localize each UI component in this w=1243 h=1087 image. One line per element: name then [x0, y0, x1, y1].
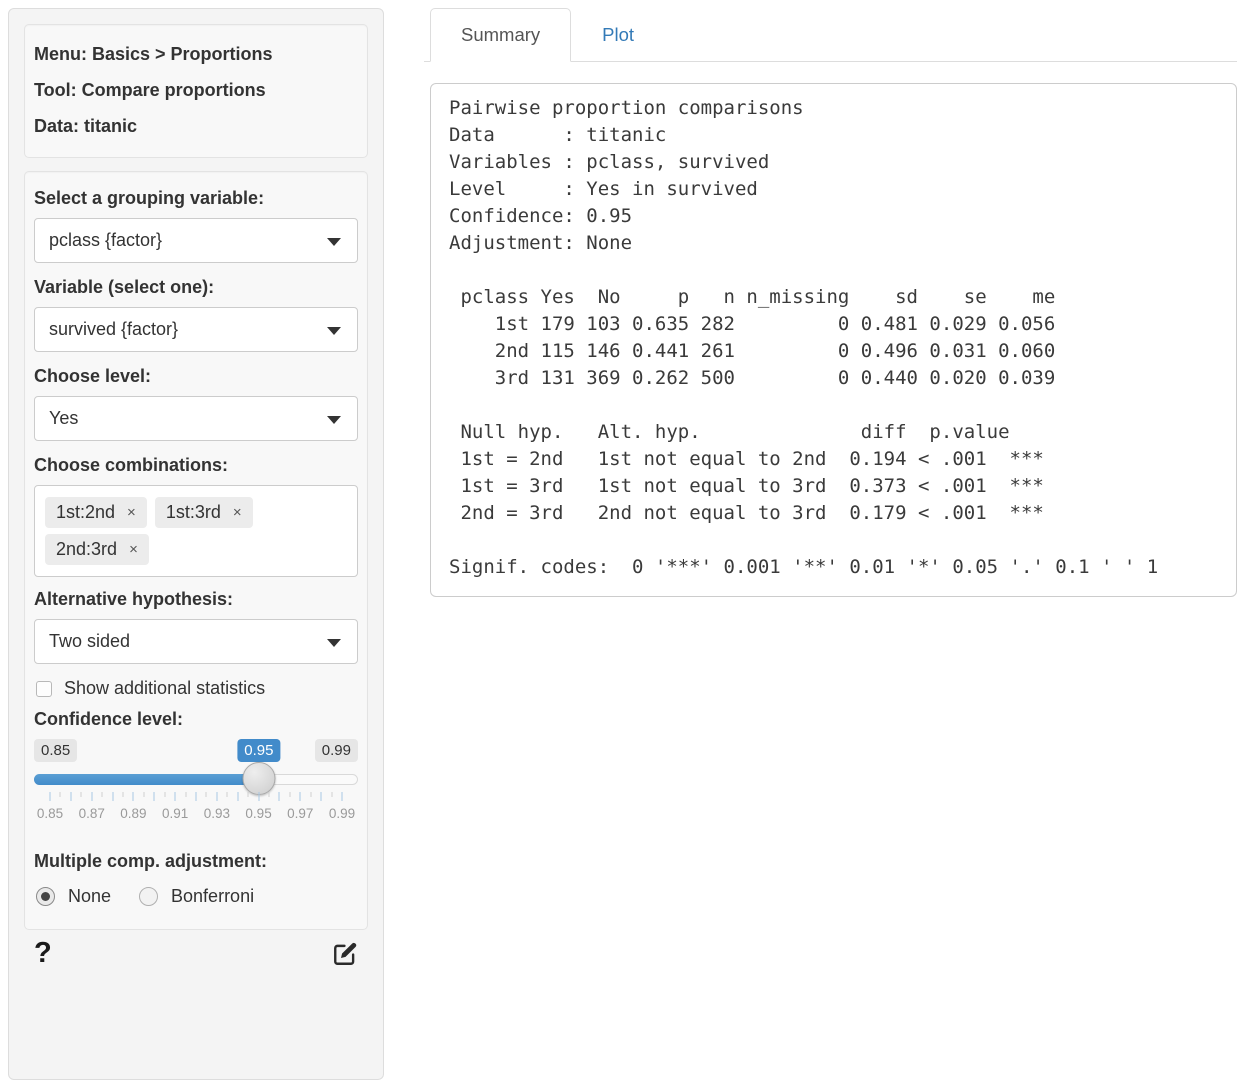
controls-panel: Select a grouping variable: pclass {fact…	[24, 171, 368, 930]
confidence-level-label: Confidence level:	[34, 709, 358, 730]
variable-label: Variable (select one):	[34, 277, 358, 298]
summary-output-text: Pairwise proportion comparisons Data : t…	[449, 95, 1218, 581]
combination-tag-label: 2nd:3rd	[56, 539, 117, 560]
tick-label: 0.97	[287, 806, 313, 821]
remove-tag-icon[interactable]: ×	[127, 504, 136, 521]
tool-info-panel: Menu: Basics > Proportions Tool: Compare…	[24, 24, 368, 158]
combination-tag[interactable]: 2nd:3rd ×	[45, 534, 149, 565]
slider-value-badge: 0.95	[237, 739, 280, 762]
menu-breadcrumb: Menu: Basics > Proportions	[34, 37, 358, 73]
slider-tick-labels: 0.85 0.87 0.89 0.91 0.93 0.95 0.97 0.99	[50, 806, 342, 822]
combination-tag-label: 1st:3rd	[166, 502, 221, 523]
tab-plot[interactable]: Plot	[571, 8, 665, 62]
show-additional-statistics-label: Show additional statistics	[64, 678, 265, 699]
dataset-name: Data: titanic	[34, 109, 358, 145]
show-additional-statistics-checkbox[interactable]	[36, 681, 52, 697]
combinations-input[interactable]: 1st:2nd × 1st:3rd × 2nd:3rd ×	[34, 485, 358, 577]
grouping-variable-value: pclass {factor}	[49, 230, 162, 251]
sidebar: Menu: Basics > Proportions Tool: Compare…	[8, 8, 384, 1080]
remove-tag-icon[interactable]: ×	[233, 504, 242, 521]
level-select[interactable]: Yes	[34, 396, 358, 441]
variable-value: survived {factor}	[49, 319, 178, 340]
combination-tag[interactable]: 1st:2nd ×	[45, 497, 147, 528]
summary-output-box: Pairwise proportion comparisons Data : t…	[430, 83, 1237, 597]
chevron-down-icon	[327, 327, 341, 335]
variable-select[interactable]: survived {factor}	[34, 307, 358, 352]
tick-label: 0.89	[120, 806, 146, 821]
slider-min-badge: 0.85	[34, 739, 77, 762]
combinations-label: Choose combinations:	[34, 455, 358, 476]
tick-label: 0.87	[79, 806, 105, 821]
level-label: Choose level:	[34, 366, 358, 387]
grouping-variable-label: Select a grouping variable:	[34, 188, 358, 209]
slider-filled-bar	[34, 774, 259, 785]
adjustment-radio-none-label[interactable]: None	[68, 886, 111, 907]
adjustment-label: Multiple comp. adjustment:	[34, 851, 358, 872]
adjustment-radio-bonferroni[interactable]	[139, 887, 158, 906]
remove-tag-icon[interactable]: ×	[129, 541, 138, 558]
adjustment-radio-bonferroni-label[interactable]: Bonferroni	[171, 886, 254, 907]
slider-grid	[50, 792, 342, 803]
slider-max-badge: 0.99	[315, 739, 358, 762]
confidence-level-slider[interactable]: 0.85 0.95 0.99 0.85 0.87 0.89 0.91 0.93 …	[34, 739, 358, 831]
chevron-down-icon	[327, 416, 341, 424]
help-icon[interactable]: ?	[34, 939, 52, 968]
alternative-hypothesis-select[interactable]: Two sided	[34, 619, 358, 664]
combination-tag[interactable]: 1st:3rd ×	[155, 497, 253, 528]
main-panel: Summary Plot Pairwise proportion compari…	[424, 8, 1237, 597]
slider-handle[interactable]	[242, 762, 275, 795]
tool-name: Tool: Compare proportions	[34, 73, 358, 109]
adjustment-radio-none[interactable]	[36, 887, 55, 906]
alternative-hypothesis-value: Two sided	[49, 631, 130, 652]
level-value: Yes	[49, 408, 78, 429]
tick-label: 0.95	[245, 806, 271, 821]
chevron-down-icon	[327, 639, 341, 647]
tick-label: 0.93	[204, 806, 230, 821]
combination-tag-label: 1st:2nd	[56, 502, 115, 523]
tab-bar: Summary Plot	[424, 8, 1237, 62]
edit-report-icon[interactable]	[332, 941, 358, 967]
alternative-hypothesis-label: Alternative hypothesis:	[34, 589, 358, 610]
tick-label: 0.91	[162, 806, 188, 821]
tab-summary[interactable]: Summary	[430, 8, 571, 62]
tick-label: 0.85	[37, 806, 63, 821]
tick-label: 0.99	[329, 806, 355, 821]
chevron-down-icon	[327, 238, 341, 246]
grouping-variable-select[interactable]: pclass {factor}	[34, 218, 358, 263]
